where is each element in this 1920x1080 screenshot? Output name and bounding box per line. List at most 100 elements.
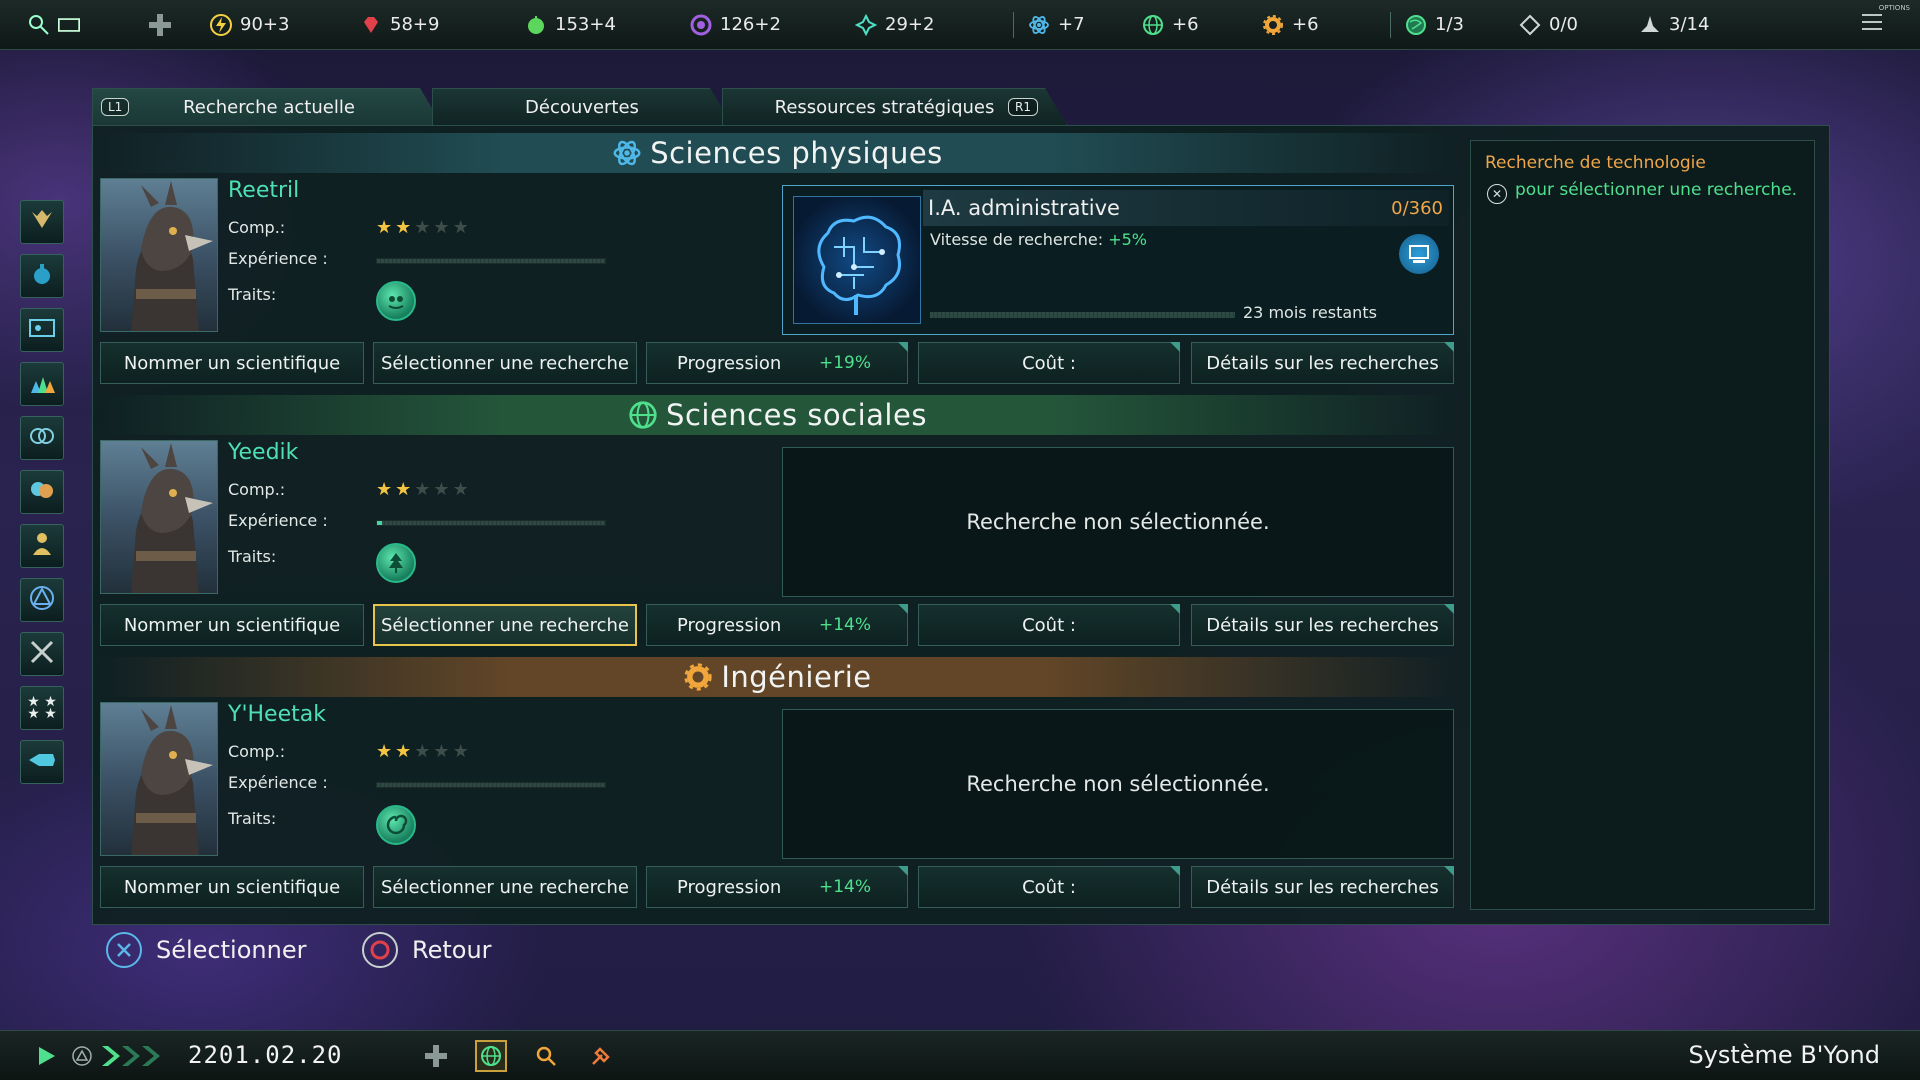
cross-button-icon xyxy=(106,932,142,968)
current-research-card[interactable]: I.A. administrative 0/360 Vitesse de rec… xyxy=(782,185,1454,335)
research-info-panel: Recherche de technologie ✕ pour sélection… xyxy=(1470,140,1815,910)
trait-icon[interactable] xyxy=(376,543,416,583)
r1-button-hint: R1 xyxy=(1008,98,1038,116)
sidebar-item-empire[interactable] xyxy=(20,200,64,244)
back-hint[interactable]: Retour xyxy=(362,932,492,968)
traits-label: Traits: xyxy=(228,809,277,828)
resource-food: 153+4 xyxy=(525,0,690,49)
assign-scientist-button[interactable]: Nommer un scientifique xyxy=(100,604,364,646)
sidebar-item-ships[interactable] xyxy=(20,740,64,784)
progress-percent: +14% xyxy=(818,615,871,635)
star-filled-icon: ★ xyxy=(395,479,415,500)
tech-effect-value: +5% xyxy=(1108,230,1147,249)
unity-value: 29+2 xyxy=(885,14,935,35)
sidebar-item-military[interactable] xyxy=(20,632,64,676)
select-research-button[interactable]: Sélectionner une recherche xyxy=(373,866,637,908)
trait-icon[interactable] xyxy=(376,805,416,845)
cross-button-icon: ✕ xyxy=(1487,184,1507,204)
empty-research-slot[interactable]: Recherche non sélectionnée. xyxy=(782,447,1454,597)
sidebar-item-species[interactable] xyxy=(20,416,64,460)
star-filled-icon: ★ xyxy=(376,479,396,500)
assign-scientist-button[interactable]: Nommer un scientifique xyxy=(100,342,364,384)
empire-menu-icon[interactable] xyxy=(28,14,50,36)
engineering-section-title: Ingénierie xyxy=(721,660,872,694)
experience-fill xyxy=(377,521,382,525)
assign-scientist-label: Nommer un scientifique xyxy=(123,352,341,374)
empire-emblem-icon xyxy=(28,206,56,238)
star-empty-icon: ★ xyxy=(452,741,472,762)
influence-value: 126+2 xyxy=(720,14,781,35)
assign-scientist-button[interactable]: Nommer un scientifique xyxy=(100,866,364,908)
research-details-button[interactable]: Détails sur les recherches xyxy=(1191,866,1454,908)
window-toggle-icon[interactable] xyxy=(58,14,80,36)
dpad-icon[interactable] xyxy=(130,0,190,49)
food-icon xyxy=(525,14,547,36)
research-details-label: Détails sur les recherches xyxy=(1206,614,1439,636)
influence-icon xyxy=(690,14,712,36)
progress-button[interactable]: Progression +14% xyxy=(646,866,908,908)
sidebar-item-leaders[interactable] xyxy=(20,524,64,568)
scientist-portrait[interactable] xyxy=(100,440,218,594)
research-not-selected-text: Recherche non sélectionnée. xyxy=(966,772,1270,796)
society-value: +6 xyxy=(1172,14,1199,35)
sidebar-item-research[interactable] xyxy=(20,362,64,406)
tab-strategic-resources[interactable]: Ressources stratégiques R1 xyxy=(722,88,1067,125)
star-filled-icon: ★ xyxy=(376,217,396,238)
edicts-icon xyxy=(1519,14,1541,36)
sidebar-item-ascension[interactable]: ★ ★ ★ ★ xyxy=(20,686,64,730)
search-icon[interactable] xyxy=(530,1040,562,1072)
physics-section-header: Sciences physiques xyxy=(100,133,1455,173)
computer-terminal-icon xyxy=(1399,234,1439,274)
trait-icon[interactable] xyxy=(376,281,416,321)
skill-label: Comp.: xyxy=(228,742,286,761)
sidebar-item-government[interactable] xyxy=(20,308,64,352)
resource-energy: 90+3 xyxy=(210,0,360,49)
scientist-portrait[interactable] xyxy=(100,702,218,856)
cost-button[interactable]: Coût : xyxy=(918,604,1180,646)
play-icon[interactable] xyxy=(30,1040,62,1072)
cost-button[interactable]: Coût : xyxy=(918,342,1180,384)
top-resource-bar: 90+3 58+9 153+4 126+2 29+2 +7 +6 +6 1/3 … xyxy=(0,0,1920,50)
progress-percent: +14% xyxy=(818,877,871,897)
corner-marker xyxy=(898,866,908,876)
experience-label: Expérience : xyxy=(228,773,328,792)
select-research-button[interactable]: Sélectionner une recherche xyxy=(373,342,637,384)
sidebar-item-contacts[interactable] xyxy=(20,470,64,514)
tech-progress-points: 0/360 xyxy=(1391,198,1443,219)
edicts-value: 0/0 xyxy=(1549,14,1578,35)
tab-discoveries[interactable]: Découvertes xyxy=(432,88,732,125)
society-icon xyxy=(1142,14,1164,36)
sidebar-item-situation[interactable] xyxy=(20,254,64,298)
tab-current-research[interactable]: L1 Recherche actuelle xyxy=(92,88,442,125)
progress-button[interactable]: Progression +14% xyxy=(646,604,908,646)
research-details-button[interactable]: Détails sur les recherches xyxy=(1191,604,1454,646)
options-menu-icon[interactable] xyxy=(1862,14,1882,30)
corner-marker xyxy=(1170,604,1180,614)
left-sidebar: ★ ★ ★ ★ xyxy=(20,200,66,794)
scientist-name: Reetril xyxy=(228,178,300,203)
select-hint-label: Sélectionner xyxy=(156,936,307,964)
planets-icon xyxy=(1405,14,1427,36)
select-research-button[interactable]: Sélectionner une recherche xyxy=(373,604,637,646)
galaxy-map-icon[interactable] xyxy=(475,1040,507,1072)
engineering-section-header: Ingénierie xyxy=(100,657,1455,697)
scientist-portrait[interactable] xyxy=(100,178,218,332)
fleet-icon xyxy=(1639,14,1661,36)
tech-progress-bar xyxy=(930,312,1235,318)
flask-icon xyxy=(29,261,55,291)
corner-marker xyxy=(1170,342,1180,352)
progress-button[interactable]: Progression +19% xyxy=(646,342,908,384)
research-engineering-output: +6 xyxy=(1262,0,1382,49)
research-details-button[interactable]: Détails sur les recherches xyxy=(1191,342,1454,384)
research-details-label: Détails sur les recherches xyxy=(1206,352,1439,374)
sidebar-item-traditions[interactable] xyxy=(20,578,64,622)
speed-chevrons-icon[interactable] xyxy=(98,1040,168,1072)
dpad-icon[interactable] xyxy=(420,1040,452,1072)
experience-bar xyxy=(376,520,606,526)
top-left-controls xyxy=(0,0,130,49)
construction-icon[interactable] xyxy=(585,1040,617,1072)
empty-research-slot[interactable]: Recherche non sélectionnée. xyxy=(782,709,1454,859)
select-hint[interactable]: Sélectionner xyxy=(106,932,306,968)
progress-percent: +19% xyxy=(818,353,871,373)
cost-button[interactable]: Coût : xyxy=(918,866,1180,908)
